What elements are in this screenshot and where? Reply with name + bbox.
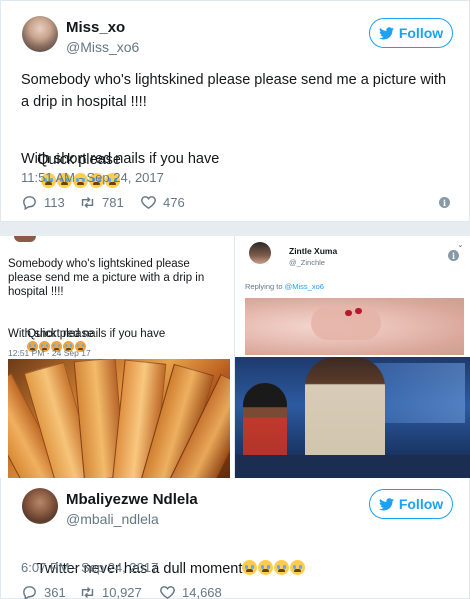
replying-to: Replying to @Miss_xo6 xyxy=(245,282,324,291)
avatar-fragment xyxy=(14,236,36,242)
embedded-image-collage[interactable]: Somebody who's lightskined please please… xyxy=(0,236,470,478)
tweet-text-line: a drip in hospital !!!! xyxy=(21,94,147,110)
retweet-icon xyxy=(81,587,94,598)
twitter-bird-icon xyxy=(378,26,394,39)
crying-face-emoji xyxy=(274,560,290,575)
avatar[interactable] xyxy=(22,488,58,524)
info-icon[interactable]: i xyxy=(439,197,450,208)
user-handle: @_Zinchle xyxy=(289,258,325,267)
red-nail xyxy=(355,308,362,314)
follow-label: Follow xyxy=(398,496,444,512)
tweet-card-mbali: Mbaliyezwe Ndlela @mbali_ndlela Follow T… xyxy=(0,478,470,599)
chevron-down-icon: ⌄ xyxy=(457,240,464,249)
screenshot-text-line: hospital !!!! xyxy=(8,286,64,298)
reply-action[interactable]: 361 xyxy=(21,584,66,599)
reply-action[interactable]: 113 xyxy=(21,194,65,211)
retweet-action[interactable]: 781 xyxy=(79,194,124,211)
like-action[interactable]: 476 xyxy=(140,194,185,211)
red-nail xyxy=(345,310,352,316)
screenshot-text-line: please send me a picture with a drip in xyxy=(8,272,205,284)
follow-button[interactable]: Follow xyxy=(369,18,453,48)
follow-label: Follow xyxy=(398,25,444,41)
tv-studio-photo xyxy=(235,357,470,478)
banknotes-photo xyxy=(8,359,230,478)
tweet-timestamp[interactable]: 11:51 AM - Sep 24, 2017 xyxy=(21,170,164,185)
display-name: Zintle Xuma xyxy=(289,246,338,256)
screenshot-timestamp: 12:51 PM · 24 Sep 17 xyxy=(8,348,91,358)
screenshot-panel-left: Somebody who's lightskined please please… xyxy=(0,236,234,478)
tweet-text-line: With short red nails if you have xyxy=(21,151,220,167)
twitter-bird-icon xyxy=(378,497,394,510)
reply-count: 113 xyxy=(44,195,65,210)
heart-icon xyxy=(141,196,156,210)
heart-icon xyxy=(160,586,175,599)
user-handle[interactable]: @Miss_xo6 xyxy=(66,39,139,55)
replying-handle: @Miss_xo6 xyxy=(284,282,324,291)
replying-prefix: Replying to xyxy=(245,282,283,291)
screenshot-text-line: Somebody who's lightskined please xyxy=(8,258,190,270)
tweet-text-line: Somebody who's lightskined please please… xyxy=(21,72,447,88)
crying-face-emoji xyxy=(258,560,274,575)
display-name[interactable]: Mbaliyezwe Ndlela xyxy=(66,491,198,508)
like-count: 476 xyxy=(163,195,185,210)
like-count: 14,668 xyxy=(182,585,222,599)
screenshot-text-line: With short red nails if you have xyxy=(8,328,166,340)
avatar[interactable] xyxy=(22,16,58,52)
crying-face-emoji xyxy=(242,560,258,575)
crying-face-emoji xyxy=(290,560,306,575)
retweet-count: 781 xyxy=(102,195,124,210)
user-handle[interactable]: @mbali_ndlela xyxy=(66,511,159,527)
retweet-action[interactable]: 10,927 xyxy=(79,584,142,599)
info-icon: i xyxy=(448,250,459,261)
follow-button[interactable]: Follow xyxy=(369,489,453,519)
reply-count: 361 xyxy=(44,585,66,599)
avatar xyxy=(249,242,271,264)
display-name[interactable]: Miss_xo xyxy=(66,19,125,36)
desk xyxy=(235,455,470,478)
reply-icon xyxy=(23,586,36,599)
tweet-timestamp[interactable]: 6:07 PM - Sep 24, 2017 xyxy=(21,560,158,575)
hand-iv-drip-photo xyxy=(245,298,464,355)
retweet-icon xyxy=(81,197,94,208)
retweet-count: 10,927 xyxy=(102,585,142,599)
like-action[interactable]: 14,668 xyxy=(159,584,222,599)
screenshot-panel-right: Zintle Xuma @_Zinchle ⌄ i Replying to @M… xyxy=(234,236,470,478)
reply-icon xyxy=(23,196,36,211)
tweet-card-miss-xo: Miss_xo @Miss_xo6 Follow Somebody who's … xyxy=(0,0,470,222)
